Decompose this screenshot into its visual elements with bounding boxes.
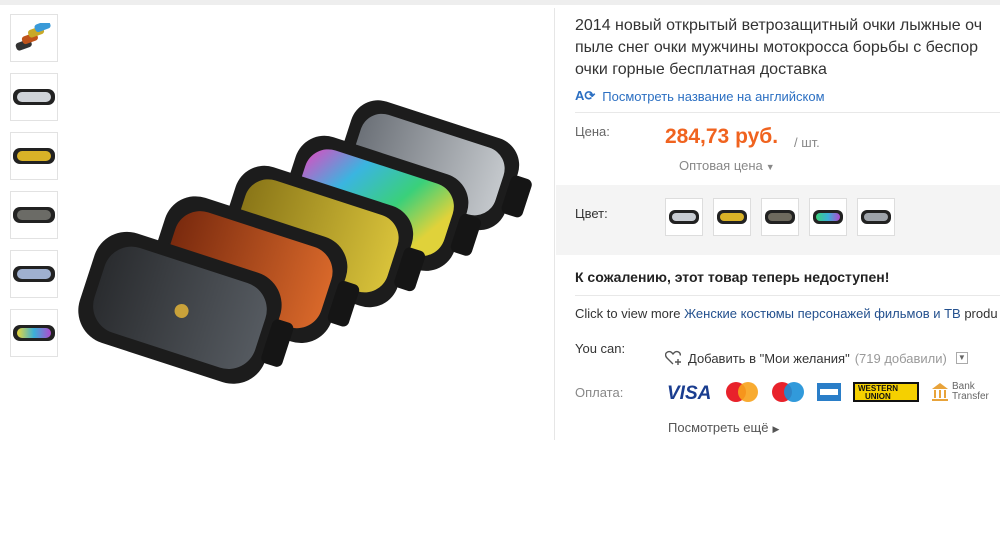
translate-title-link[interactable]: A⟳ Посмотреть название на английском: [575, 88, 825, 104]
bank-transfer-icon: Bank Transfer: [931, 382, 989, 402]
product-title: 2014 новый открытый ветрозащитный очки л…: [575, 15, 1000, 81]
price-label: Цена:: [575, 124, 610, 139]
color-swatch-clear[interactable]: [857, 198, 895, 236]
category-prefix: Click to view more: [575, 306, 685, 321]
color-swatch-yellow[interactable]: [713, 198, 751, 236]
see-more-label: Посмотреть ещё: [668, 420, 769, 435]
svg-text:UNION: UNION: [865, 392, 891, 401]
price-value: 284,73 руб.: [665, 125, 779, 148]
color-label: Цвет:: [575, 206, 608, 221]
chevron-down-icon: ▼: [765, 162, 775, 172]
product-info-panel: 2014 новый открытый ветрозащитный очки л…: [556, 5, 1000, 442]
thumbnail-silver[interactable]: [10, 73, 58, 121]
wishlist-count: (719 добавили): [854, 350, 947, 366]
product-title-line-1: 2014 новый открытый ветрозащитный очки л…: [575, 17, 983, 34]
payment-label: Оплата:: [575, 385, 624, 400]
product-main-image[interactable]: [70, 8, 555, 440]
unavailable-notice: К сожалению, этот товар теперь недоступе…: [575, 269, 890, 285]
divider: [575, 112, 1000, 113]
chevron-right-icon: ▶: [772, 424, 780, 434]
wishlist-label: Добавить в "Мои желания": [688, 350, 850, 366]
wholesale-price-dropdown[interactable]: Оптовая цена ▼: [679, 158, 775, 173]
category-line: Click to view more Женские костюмы персо…: [575, 306, 998, 321]
price-unit: / шт.: [794, 135, 820, 150]
thumbnail-all-colors[interactable]: [10, 14, 58, 62]
category-suffix: produ: [960, 306, 998, 321]
thumbnail-rainbow[interactable]: [10, 309, 58, 357]
bank-line-2: Transfer: [952, 391, 989, 402]
mastercard-icon: [726, 382, 758, 402]
payment-methods: VISA WESTERN UNION Bank Transfer: [665, 381, 989, 403]
western-union-icon: WESTERN UNION: [853, 382, 919, 402]
wholesale-label: Оптовая цена: [679, 158, 763, 173]
translate-icon: A⟳: [575, 88, 596, 103]
thumbnail-list: [10, 14, 60, 368]
divider: [575, 295, 1000, 296]
see-more-payment-link[interactable]: Посмотреть ещё ▶: [668, 420, 779, 435]
thumbnail-yellow[interactable]: [10, 132, 58, 180]
add-to-wishlist-button[interactable]: Добавить в "Мои желания" (719 добавили) …: [665, 350, 968, 366]
category-link[interactable]: Женские костюмы персонажей фильмов и ТВ: [684, 306, 961, 321]
you-can-label: You can:: [575, 341, 626, 356]
thumbnail-blue[interactable]: [10, 250, 58, 298]
color-swatch-gray[interactable]: [761, 198, 799, 236]
color-swatches: [665, 198, 895, 236]
visa-icon: VISA: [667, 383, 711, 402]
heart-plus-icon: [665, 350, 681, 365]
translate-link-text: Посмотреть название на английском: [602, 88, 825, 104]
thumbnail-gray[interactable]: [10, 191, 58, 239]
color-swatch-rainbow[interactable]: [809, 198, 847, 236]
color-swatch-silver[interactable]: [665, 198, 703, 236]
chevron-down-icon[interactable]: ▼: [955, 352, 968, 364]
product-title-line-3: очки горные бесплатная доставка: [575, 61, 827, 78]
product-title-line-2: пыле снег очки мужчины мотокросса борьбы…: [575, 39, 978, 56]
amex-icon: [817, 383, 841, 401]
maestro-icon: [772, 382, 804, 402]
svg-text:VISA: VISA: [667, 383, 711, 402]
